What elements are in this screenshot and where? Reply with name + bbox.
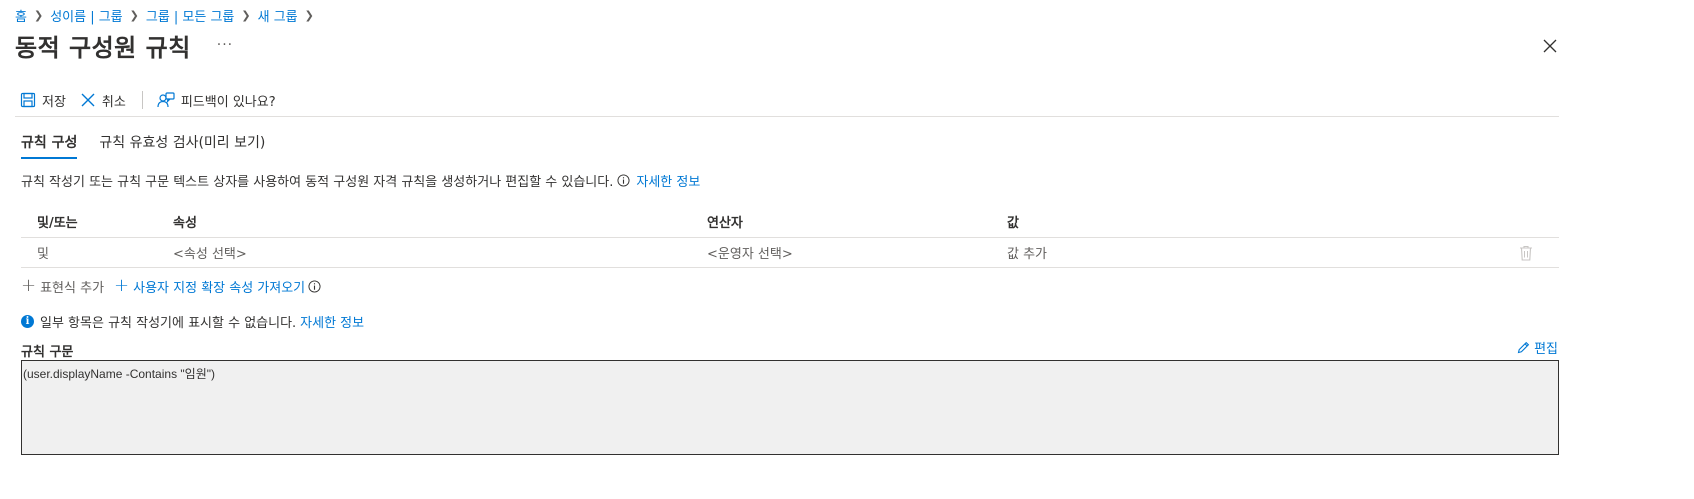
add-actions: + 표현식 추가 + 사용자 지정 확장 속성 가져오기	[21, 276, 327, 296]
toolbar-divider-line	[15, 116, 1559, 117]
feedback-person-icon	[157, 92, 175, 108]
get-custom-extension-label: 사용자 지정 확장 속성 가져오기	[133, 280, 306, 296]
info-icon[interactable]	[617, 173, 630, 187]
feedback-label: 피드백이 있나요?	[180, 94, 276, 110]
notice-text: 일부 항목은 규칙 작성기에 표시할 수 없습니다.	[40, 315, 297, 331]
save-icon	[20, 92, 36, 108]
tab-validate-rules[interactable]: 규칙 유효성 검사(미리 보기)	[99, 133, 265, 159]
value-input[interactable]: 값 추가	[1007, 238, 1047, 267]
info-icon[interactable]	[308, 279, 321, 293]
add-expression-label: 표현식 추가	[40, 280, 105, 296]
chevron-right-icon: ❯	[129, 8, 139, 22]
more-options-button[interactable]: ···	[217, 37, 233, 53]
rule-syntax-textbox[interactable]: (user.displayName -Contains "임원")	[21, 360, 1559, 455]
tab-configure-rules[interactable]: 규칙 구성	[21, 133, 78, 159]
page-title: 동적 구성원 규칙	[15, 33, 191, 62]
breadcrumb: 홈 ❯ 성이름 | 그룹 ❯ 그룹 | 모든 그룹 ❯ 새 그룹 ❯	[15, 6, 321, 25]
learn-more-link[interactable]: 자세한 정보	[636, 171, 700, 190]
plus-icon: +	[21, 275, 37, 296]
header-operator: 연산자	[707, 216, 743, 231]
chevron-right-icon: ❯	[241, 8, 251, 22]
close-icon[interactable]	[1540, 36, 1560, 56]
feedback-button[interactable]: 피드백이 있나요?	[157, 91, 276, 110]
plus-icon: +	[114, 275, 130, 296]
notice-learn-more-link[interactable]: 자세한 정보	[300, 312, 364, 331]
save-button[interactable]: 저장	[20, 91, 66, 110]
operator-dropdown[interactable]: <운영자 선택>	[707, 238, 793, 267]
chevron-right-icon: ❯	[304, 8, 314, 22]
command-bar: 저장 취소 피드백이 있나요?	[20, 88, 290, 112]
pencil-icon	[1517, 341, 1530, 354]
add-expression-button[interactable]: + 표현식 추가	[21, 277, 104, 296]
info-notice: i 일부 항목은 규칙 작성기에 표시할 수 없습니다. 자세한 정보	[21, 312, 364, 331]
get-custom-extension-button[interactable]: + 사용자 지정 확장 속성 가져오기	[114, 277, 305, 296]
property-dropdown[interactable]: <속성 선택>	[173, 238, 247, 267]
save-label: 저장	[42, 94, 66, 110]
info-filled-icon: i	[21, 314, 34, 328]
toolbar-divider	[141, 91, 143, 109]
tab-list: 규칙 구성 규칙 유효성 검사(미리 보기)	[21, 133, 287, 159]
rule-syntax-label: 규칙 구문	[21, 345, 74, 360]
header-property: 속성	[173, 216, 197, 231]
header-and-or: 및/또는	[37, 216, 78, 231]
title-row: 동적 구성원 규칙 ···	[15, 28, 233, 62]
breadcrumb-all-groups[interactable]: 그룹 | 모든 그룹	[146, 6, 235, 25]
description-text: 규칙 작성기 또는 규칙 구문 텍스트 상자를 사용하여 동적 구성원 자격 규…	[21, 174, 614, 190]
grid-header: 및/또는 속성 연산자 값	[21, 206, 1559, 238]
edit-label: 편집	[1534, 342, 1558, 357]
header-value: 값	[1007, 216, 1019, 231]
edit-button[interactable]: 편집	[1517, 338, 1558, 357]
trash-icon[interactable]	[1519, 245, 1533, 261]
description: 규칙 작성기 또는 규칙 구문 텍스트 상자를 사용하여 동적 구성원 자격 규…	[21, 171, 700, 190]
chevron-right-icon: ❯	[33, 8, 44, 22]
and-or-dropdown[interactable]: 및	[37, 238, 49, 267]
close-icon	[81, 93, 95, 107]
breadcrumb-new-group[interactable]: 새 그룹	[258, 6, 298, 25]
breadcrumb-user-groups[interactable]: 성이름 | 그룹	[50, 6, 122, 25]
rule-builder-grid: 및/또는 속성 연산자 값 및 <속성 선택> <운영자 선택> 값 추가	[21, 206, 1559, 268]
cancel-label: 취소	[101, 94, 126, 110]
breadcrumb-home[interactable]: 홈	[15, 6, 27, 25]
cancel-button[interactable]: 취소	[80, 91, 126, 110]
table-row: 및 <속성 선택> <운영자 선택> 값 추가	[21, 238, 1559, 268]
